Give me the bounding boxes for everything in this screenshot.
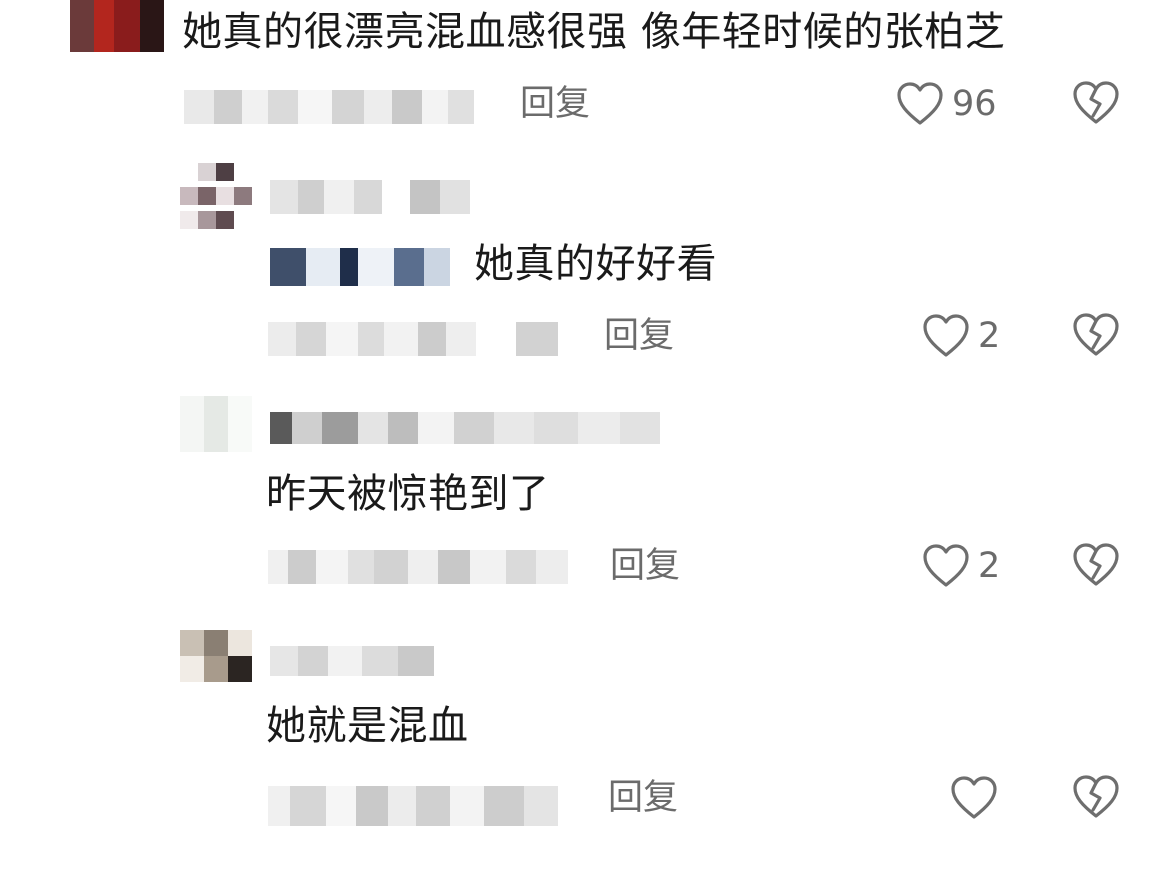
username-redacted[interactable] xyxy=(270,180,470,214)
reply-button[interactable]: 回复 xyxy=(604,316,674,356)
reply-button[interactable]: 回复 xyxy=(520,84,590,124)
heart-outline-icon xyxy=(922,313,970,359)
like-count: 2 xyxy=(978,546,1001,586)
comment-text: 她真的好好看 xyxy=(474,241,717,287)
reply-button[interactable]: 回复 xyxy=(610,546,680,586)
reply-target-redacted xyxy=(270,248,450,286)
broken-heart-icon[interactable] xyxy=(1072,542,1120,588)
comment-text: 昨天被惊艳到了 xyxy=(266,471,550,517)
username-redacted[interactable] xyxy=(270,646,434,676)
like-button[interactable]: 2 xyxy=(922,542,1000,590)
heart-outline-icon xyxy=(896,81,944,127)
reply-button[interactable]: 回复 xyxy=(608,778,678,818)
comment-meta-redacted xyxy=(184,90,474,124)
heart-outline-icon xyxy=(950,775,998,821)
like-button[interactable] xyxy=(950,774,1006,822)
comment-meta-redacted xyxy=(268,322,558,356)
avatar[interactable] xyxy=(180,396,252,452)
like-count: 96 xyxy=(952,84,997,124)
heart-outline-icon xyxy=(922,543,970,589)
like-count: 2 xyxy=(978,316,1001,356)
comment-text: 她真的很漂亮混血感很强 像年轻时候的张柏芝 xyxy=(182,9,1006,55)
like-button[interactable]: 96 xyxy=(896,80,997,128)
avatar[interactable] xyxy=(48,0,164,52)
broken-heart-icon[interactable] xyxy=(1072,774,1120,820)
username-redacted[interactable] xyxy=(270,412,660,444)
comment-meta-redacted xyxy=(268,550,568,584)
avatar[interactable] xyxy=(180,630,252,682)
avatar[interactable] xyxy=(180,160,252,232)
broken-heart-icon[interactable] xyxy=(1072,312,1120,358)
broken-heart-icon[interactable] xyxy=(1072,80,1120,126)
like-button[interactable]: 2 xyxy=(922,312,1000,360)
comment-text: 她就是混血 xyxy=(266,703,469,749)
comment-meta-redacted xyxy=(268,786,558,826)
